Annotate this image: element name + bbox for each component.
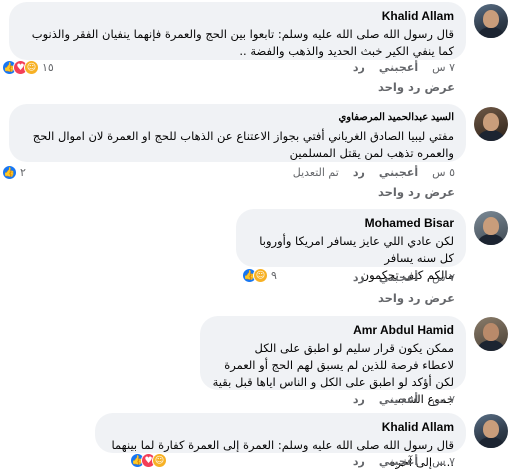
comment-actions: ٥ س أعجبني رد تم التعديل <box>279 166 455 179</box>
comment-time[interactable]: ٧ س <box>432 61 455 74</box>
view-replies-link[interactable]: عرض رد واحد <box>378 80 455 94</box>
reply-button[interactable]: رد <box>353 393 365 406</box>
comment-bubble: Khalid Allam قال رسول الله صلى الله عليه… <box>9 2 466 60</box>
comment-author[interactable]: Mohamed Bisar <box>248 215 454 231</box>
reaction-count: ١٥ <box>42 61 54 74</box>
view-replies-link[interactable]: عرض رد واحد <box>378 185 455 199</box>
reply-button[interactable]: رد <box>353 61 365 74</box>
reactions-summary[interactable]: 👍 ٢ <box>2 165 26 180</box>
reactions-summary[interactable]: 👍 ☺ ٩ <box>242 268 277 283</box>
haha-reaction-icon: ☺ <box>253 268 268 283</box>
comment-bubble: Mohamed Bisar لكن عادي اللي عايز يسافر ا… <box>236 209 466 282</box>
avatar[interactable] <box>474 211 508 245</box>
like-button[interactable]: أعجبني <box>379 393 418 406</box>
comment-author[interactable]: السيد عبدالحميد المرصفاوي <box>21 110 454 126</box>
comment-text: قال رسول الله صلى الله عليه وسلم: تابعوا… <box>31 27 454 58</box>
reply-button[interactable]: رد <box>353 166 365 179</box>
comment-time[interactable]: ٧ س <box>432 455 455 468</box>
haha-reaction-icon: ☺ <box>24 60 39 75</box>
avatar[interactable] <box>474 107 508 141</box>
reactions-summary[interactable]: 👍 ♥ ☺ ١٥ <box>2 60 54 75</box>
comment-time[interactable]: ٧ س <box>432 393 455 406</box>
reactions-summary[interactable]: 👍 ♥ ☺ <box>130 453 170 468</box>
like-button[interactable]: أعجبني <box>379 455 418 468</box>
like-button[interactable]: أعجبني <box>379 166 418 179</box>
view-replies-link[interactable]: عرض رد واحد <box>378 291 455 305</box>
comment-actions: ٧ س أعجبني رد <box>339 455 455 468</box>
avatar[interactable] <box>474 4 508 38</box>
comment-time[interactable]: ٧ س <box>432 271 455 284</box>
comment-actions: ٧ س أعجبني رد <box>339 393 455 406</box>
comment-bubble: السيد عبدالحميد المرصفاوي مفتي ليبيا الص… <box>9 104 466 162</box>
avatar[interactable] <box>474 317 508 351</box>
comment-actions: ٧ س أعجبني رد <box>339 61 455 74</box>
comment-time[interactable]: ٥ س <box>432 166 455 179</box>
comment-author[interactable]: Khalid Allam <box>107 419 454 435</box>
reaction-count: ٢ <box>20 166 26 179</box>
haha-reaction-icon: ☺ <box>152 453 167 468</box>
like-button[interactable]: أعجبني <box>379 271 418 284</box>
comment-bubble: Khalid Allam قال رسول الله صلى الله عليه… <box>95 413 466 469</box>
comment-author[interactable]: Amr Abdul Hamid <box>212 322 454 338</box>
edited-label[interactable]: تم التعديل <box>293 166 339 179</box>
comment-actions: ٧ س أعجبني رد <box>339 271 455 284</box>
comment-text: مفتي ليبيا الصادق الغرياني أفتي بجواز ال… <box>32 129 454 160</box>
reply-button[interactable]: رد <box>353 271 365 284</box>
reaction-count: ٩ <box>271 269 277 282</box>
like-reaction-icon: 👍 <box>2 165 17 180</box>
like-button[interactable]: أعجبني <box>379 61 418 74</box>
comment-author[interactable]: Khalid Allam <box>21 8 454 24</box>
comment-bubble: Amr Abdul Hamid ممكن يكون قرار سليم لو ا… <box>200 316 466 406</box>
avatar[interactable] <box>474 414 508 448</box>
reply-button[interactable]: رد <box>353 455 365 468</box>
